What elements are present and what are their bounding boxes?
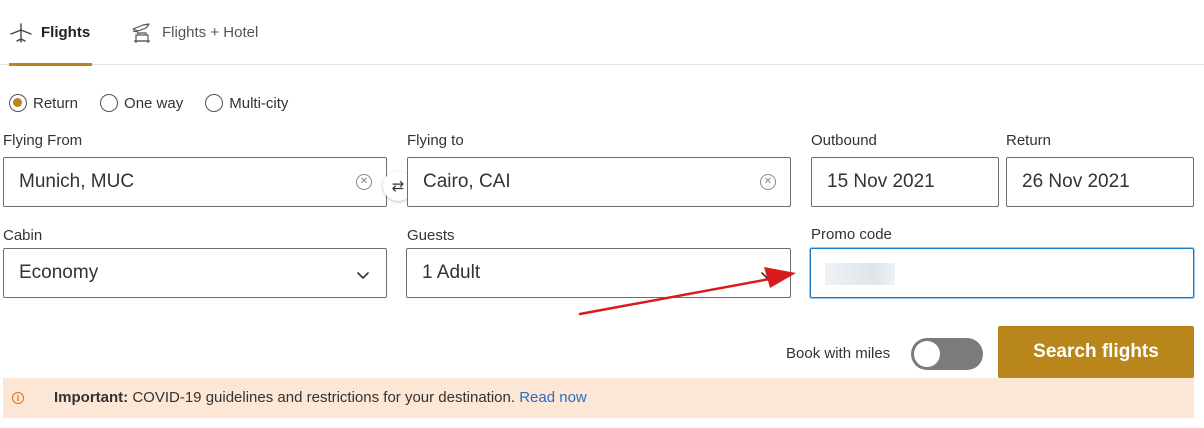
- guests-select[interactable]: 1 Adult: [406, 248, 791, 298]
- to-label: Flying to: [407, 132, 464, 149]
- radio-one-way[interactable]: One way: [100, 94, 183, 112]
- toggle-knob: [914, 341, 940, 367]
- product-tabs: Flights Flights + Hotel: [0, 0, 1204, 66]
- clear-to-icon[interactable]: ✕: [760, 174, 776, 190]
- search-flights-button[interactable]: Search flights: [998, 326, 1194, 378]
- outbound-date-field[interactable]: 15 Nov 2021: [811, 157, 999, 207]
- notice-text: Important: COVID-19 guidelines and restr…: [54, 389, 587, 406]
- read-now-link[interactable]: Read now: [519, 389, 587, 406]
- radio-return[interactable]: Return: [9, 94, 78, 112]
- from-label: Flying From: [3, 132, 83, 149]
- cabin-select[interactable]: Economy: [3, 248, 387, 298]
- return-date-field[interactable]: 26 Nov 2021: [1006, 157, 1194, 207]
- radio-one-way-circle[interactable]: [100, 94, 119, 112]
- outbound-label: Outbound: [811, 132, 877, 149]
- tab-flights-hotel[interactable]: Flights + Hotel: [130, 0, 258, 65]
- tab-flights-hotel-label: Flights + Hotel: [162, 24, 259, 41]
- radio-return-circle[interactable]: [9, 94, 27, 112]
- promo-code-input[interactable]: [810, 248, 1194, 298]
- cabin-label: Cabin: [3, 227, 43, 244]
- covid-notice-banner: i Important: COVID-19 guidelines and res…: [3, 378, 1194, 418]
- guests-label: Guests: [407, 227, 455, 244]
- airplane-icon: [9, 22, 33, 44]
- info-icon: i: [12, 392, 24, 404]
- to-field[interactable]: Cairo, CAI ✕: [407, 157, 791, 207]
- tab-flights-label: Flights: [41, 24, 91, 41]
- cabin-value: Economy: [19, 262, 99, 283]
- radio-multi-city[interactable]: Multi-city: [205, 94, 288, 112]
- outbound-date-value: 15 Nov 2021: [827, 171, 935, 192]
- return-date-value: 26 Nov 2021: [1022, 171, 1130, 192]
- book-with-miles-label: Book with miles: [786, 345, 891, 362]
- guests-value: 1 Adult: [422, 262, 481, 283]
- chevron-down-icon: [356, 266, 370, 288]
- from-value: Munich, MUC: [19, 171, 135, 192]
- tab-flights[interactable]: Flights: [9, 0, 92, 66]
- to-value: Cairo, CAI: [423, 171, 511, 192]
- swap-arrows-icon: ⇄: [391, 178, 405, 195]
- plane-hotel-icon: [130, 21, 154, 45]
- promo-code-label: Promo code: [811, 226, 892, 243]
- radio-multi-city-circle[interactable]: [205, 94, 224, 112]
- notice-body: COVID-19 guidelines and restrictions for…: [128, 389, 520, 406]
- return-date-label: Return: [1006, 132, 1052, 149]
- radio-one-way-label: One way: [124, 94, 184, 112]
- radio-multi-city-label: Multi-city: [229, 94, 289, 112]
- clear-from-icon[interactable]: ✕: [356, 174, 372, 190]
- book-with-miles-toggle[interactable]: [911, 338, 983, 370]
- notice-bold: Important:: [54, 389, 129, 406]
- chevron-down-icon: [760, 266, 774, 288]
- radio-return-label: Return: [33, 94, 79, 112]
- trip-type-group: Return One way Multi-city: [9, 94, 288, 112]
- promo-code-redacted: [825, 263, 895, 285]
- from-field[interactable]: Munich, MUC ✕: [3, 157, 387, 207]
